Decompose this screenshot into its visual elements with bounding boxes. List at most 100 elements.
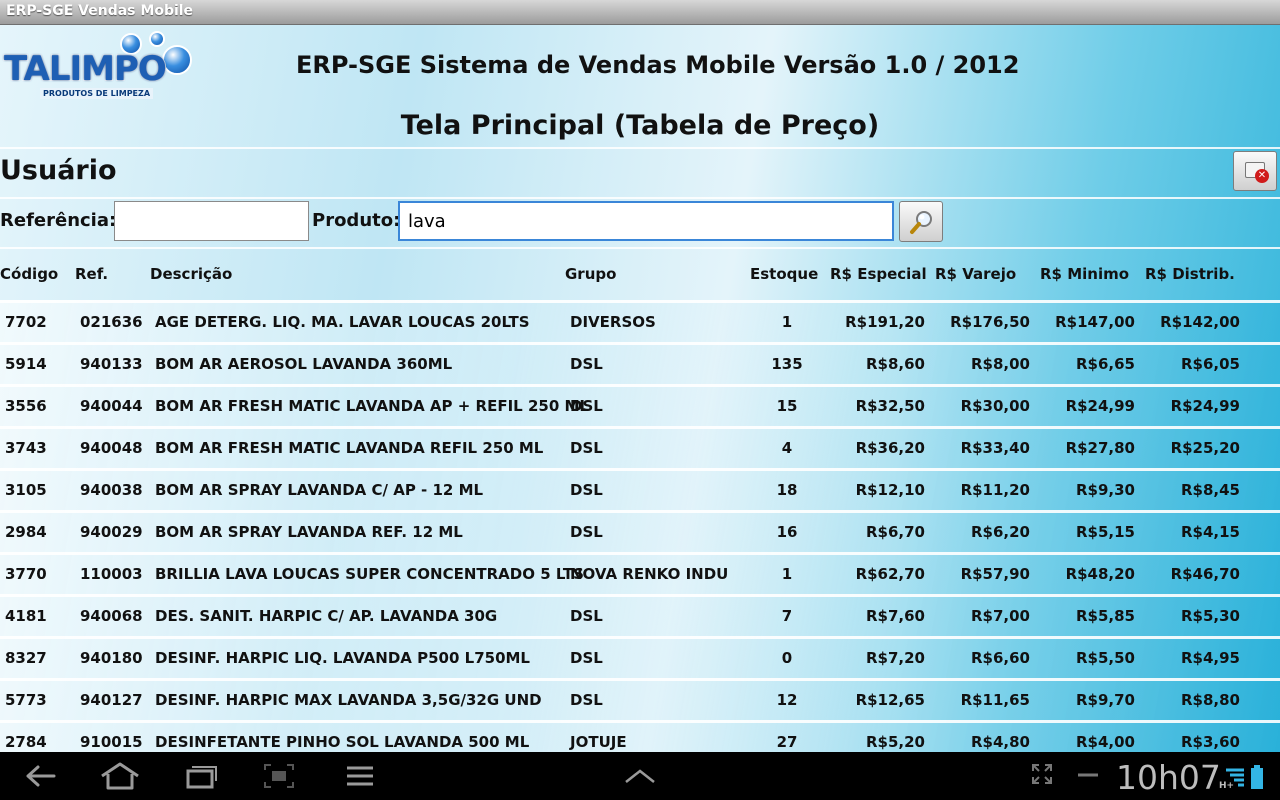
cell-grupo: DSL	[570, 691, 603, 709]
app-screen: TALIMPO PRODUTOS DE LIMPEZA ERP-SGE Sist…	[0, 25, 1280, 752]
cell-minimo: R$147,00	[1055, 313, 1135, 331]
app-header-title: ERP-SGE Sistema de Vendas Mobile Versão …	[296, 51, 1020, 79]
cell-especial: R$62,70	[855, 565, 925, 583]
cell-minimo: R$9,30	[1076, 481, 1135, 499]
cell-especial: R$8,60	[866, 355, 925, 373]
cell-descricao: DES. SANIT. HARPIC C/ AP. LAVANDA 30G	[155, 607, 498, 625]
divider	[0, 247, 1280, 249]
cell-ref: 940127	[80, 691, 143, 709]
exit-button[interactable]: ✕	[1233, 151, 1277, 191]
cell-grupo: DSL	[570, 397, 603, 415]
logo-subtitle: PRODUTOS DE LIMPEZA	[40, 88, 154, 99]
cell-descricao: AGE DETERG. LIQ. MA. LAVAR LOUCAS 20LTS	[155, 313, 530, 331]
col-header-varejo[interactable]: R$ Varejo	[935, 265, 1016, 283]
cell-codigo: 2784	[5, 733, 47, 751]
cell-descricao: BOM AR SPRAY LAVANDA C/ AP - 12 ML	[155, 481, 484, 499]
cell-grupo: DSL	[570, 355, 603, 373]
col-header-descricao[interactable]: Descrição	[150, 265, 232, 283]
recent-apps-icon[interactable]	[184, 762, 218, 790]
cell-distrib: R$4,15	[1181, 523, 1240, 541]
table-row[interactable]: 5914 940133 BOM AR AEROSOL LAVANDA 360ML…	[0, 342, 1280, 384]
cell-varejo: R$6,60	[971, 649, 1030, 667]
cell-codigo: 2984	[5, 523, 47, 541]
col-header-codigo[interactable]: Código	[0, 265, 58, 283]
back-icon[interactable]	[24, 762, 58, 790]
cell-varejo: R$57,90	[960, 565, 1030, 583]
cell-ref: 940048	[80, 439, 143, 457]
cell-codigo: 3770	[5, 565, 47, 583]
clock: 10h07	[1116, 758, 1221, 797]
referencia-label: Referência:	[0, 210, 117, 231]
table-row[interactable]: 8327 940180 DESINF. HARPIC LIQ. LAVANDA …	[0, 636, 1280, 678]
cell-especial: R$6,70	[866, 523, 925, 541]
referencia-input[interactable]	[114, 201, 309, 241]
menu-icon[interactable]	[344, 762, 376, 790]
table-row[interactable]: 2784 910015 DESINFETANTE PINHO SOL LAVAN…	[0, 720, 1280, 752]
cell-ref: 940133	[80, 355, 143, 373]
col-header-distrib[interactable]: R$ Distrib.	[1145, 265, 1235, 283]
magnifier-icon	[910, 211, 932, 234]
cell-ref: 940044	[80, 397, 143, 415]
cell-ref: 021636	[80, 313, 143, 331]
cell-minimo: R$6,65	[1076, 355, 1135, 373]
window-titlebar: ERP-SGE Vendas Mobile	[0, 0, 1280, 25]
cell-ref: 940038	[80, 481, 143, 499]
cell-minimo: R$4,00	[1076, 733, 1135, 751]
cell-grupo: DSL	[570, 481, 603, 499]
fullscreen-icon[interactable]	[1030, 762, 1054, 786]
cell-grupo: JOTUJE	[570, 733, 627, 751]
table-row[interactable]: 3743 940048 BOM AR FRESH MATIC LAVANDA R…	[0, 426, 1280, 468]
cell-estoque: 12	[776, 691, 798, 709]
minus-icon[interactable]	[1076, 762, 1100, 786]
col-header-especial[interactable]: R$ Especial	[830, 265, 927, 283]
cell-especial: R$191,20	[845, 313, 925, 331]
cell-ref: 910015	[80, 733, 143, 751]
cell-estoque: 1	[781, 565, 793, 583]
cell-grupo: DSL	[570, 439, 603, 457]
cell-estoque: 1	[781, 313, 793, 331]
screenshot-icon[interactable]	[262, 762, 296, 790]
col-header-estoque[interactable]: Estoque	[750, 265, 818, 283]
chevron-up-icon[interactable]	[622, 762, 658, 790]
cell-estoque: 18	[776, 481, 798, 499]
cell-distrib: R$8,80	[1181, 691, 1240, 709]
cell-especial: R$32,50	[855, 397, 925, 415]
cell-codigo: 3743	[5, 439, 47, 457]
cell-grupo: DSL	[570, 649, 603, 667]
table-row[interactable]: 5773 940127 DESINF. HARPIC MAX LAVANDA 3…	[0, 678, 1280, 720]
table-row[interactable]: 3105 940038 BOM AR SPRAY LAVANDA C/ AP -…	[0, 468, 1280, 510]
cell-codigo: 5914	[5, 355, 47, 373]
cell-codigo: 5773	[5, 691, 47, 709]
col-header-minimo[interactable]: R$ Minimo	[1040, 265, 1129, 283]
cell-especial: R$12,65	[855, 691, 925, 709]
table-row[interactable]: 7702 021636 AGE DETERG. LIQ. MA. LAVAR L…	[0, 300, 1280, 342]
price-table: 7702 021636 AGE DETERG. LIQ. MA. LAVAR L…	[0, 300, 1280, 752]
table-row[interactable]: 4181 940068 DES. SANIT. HARPIC C/ AP. LA…	[0, 594, 1280, 636]
cell-codigo: 3105	[5, 481, 47, 499]
home-icon[interactable]	[98, 762, 142, 790]
table-row[interactable]: 2984 940029 BOM AR SPRAY LAVANDA REF. 12…	[0, 510, 1280, 552]
cell-grupo: NOVA RENKO INDU	[570, 565, 729, 583]
cell-varejo: R$6,20	[971, 523, 1030, 541]
cell-especial: R$12,10	[855, 481, 925, 499]
table-row[interactable]: 3556 940044 BOM AR FRESH MATIC LAVANDA A…	[0, 384, 1280, 426]
cell-estoque: 4	[781, 439, 793, 457]
produto-input[interactable]	[398, 201, 894, 241]
page-title: Tela Principal (Tabela de Preço)	[400, 110, 880, 141]
cell-varejo: R$11,20	[960, 481, 1030, 499]
cell-descricao: DESINF. HARPIC LIQ. LAVANDA P500 L750ML	[155, 649, 530, 667]
close-icon: ✕	[1255, 169, 1269, 183]
user-label: Usuário	[0, 155, 117, 186]
cell-varejo: R$7,00	[971, 607, 1030, 625]
cell-especial: R$36,20	[855, 439, 925, 457]
cell-varejo: R$4,80	[971, 733, 1030, 751]
cell-minimo: R$27,80	[1065, 439, 1135, 457]
cell-minimo: R$5,85	[1076, 607, 1135, 625]
col-header-ref[interactable]: Ref.	[75, 265, 108, 283]
cell-estoque: 0	[781, 649, 793, 667]
cell-distrib: R$8,45	[1181, 481, 1240, 499]
col-header-grupo[interactable]: Grupo	[565, 265, 616, 283]
table-row[interactable]: 3770 110003 BRILLIA LAVA LOUCAS SUPER CO…	[0, 552, 1280, 594]
search-button[interactable]	[899, 201, 943, 242]
logo-bubble-icon	[162, 45, 192, 75]
